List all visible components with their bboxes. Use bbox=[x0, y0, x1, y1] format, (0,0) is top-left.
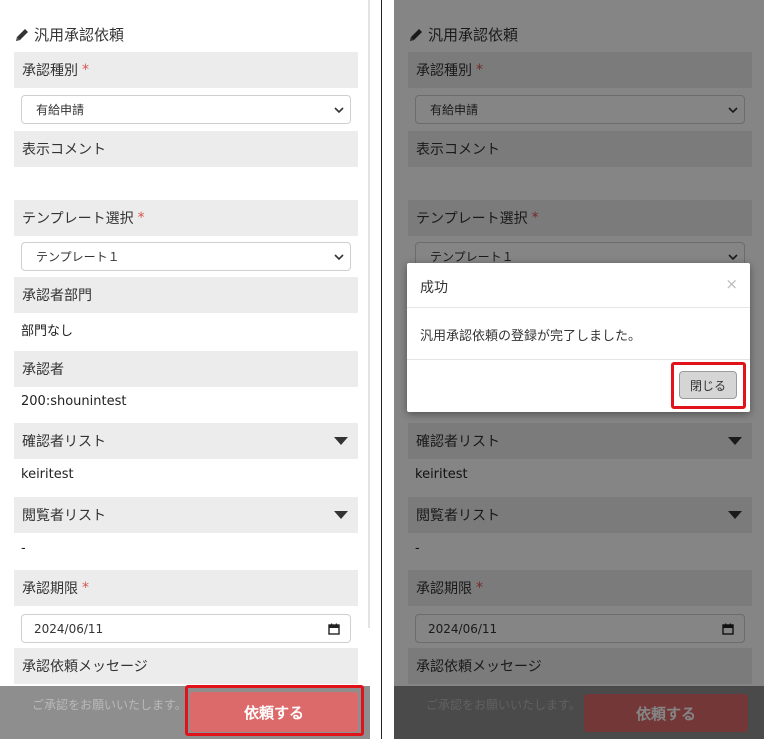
approval-deadline-label: 承認期限 * bbox=[14, 570, 358, 606]
panel-edge bbox=[368, 0, 370, 628]
dialog-title: 成功 bbox=[420, 280, 448, 296]
form-title-text: 汎用承認依頼 bbox=[34, 26, 125, 44]
close-icon[interactable]: × bbox=[725, 275, 738, 293]
caret-down-icon bbox=[334, 437, 348, 445]
approval-deadline-input[interactable]: 2024/06/11 bbox=[21, 614, 351, 643]
form-panel-before: 汎用承認依頼 承認種別 * 有給申請 表示コメント テンプレート選択 * テンプレー… bbox=[0, 0, 370, 739]
form-title: 汎用承認依頼 bbox=[14, 24, 124, 45]
approver-department-label: 承認者部門 bbox=[14, 277, 358, 313]
template-select[interactable]: テンプレート１ bbox=[21, 242, 351, 271]
approver-department-value: 部門なし bbox=[21, 324, 74, 339]
dialog-divider bbox=[407, 307, 750, 308]
display-comment-label: 表示コメント bbox=[14, 131, 358, 167]
caret-down-icon bbox=[334, 511, 348, 519]
submit-highlight-box bbox=[185, 685, 364, 736]
screenshot-divider bbox=[381, 0, 382, 739]
success-dialog: 成功 × 汎用承認依頼の登録が完了しました。 閉じる bbox=[407, 263, 750, 412]
approval-type-select[interactable]: 有給申請 bbox=[21, 95, 351, 124]
chevron-down-icon bbox=[334, 107, 344, 114]
dialog-message: 汎用承認依頼の登録が完了しました。 bbox=[420, 329, 642, 344]
chevron-down-icon bbox=[334, 254, 344, 261]
confirmer-list-toggle[interactable]: 確認者リスト bbox=[14, 423, 358, 459]
form-panel-after: 汎用承認依頼 承認種別 * 有給申請 表示コメント テンプレート選択 * テンプレー… bbox=[394, 0, 764, 739]
viewer-list-toggle[interactable]: 閲覧者リスト bbox=[14, 497, 358, 533]
approval-type-label: 承認種別 * bbox=[14, 52, 358, 88]
template-select-label: テンプレート選択 * bbox=[14, 200, 358, 236]
required-mark: * bbox=[82, 62, 89, 78]
confirmer-list-value: keiritest bbox=[21, 467, 74, 482]
calendar-icon[interactable] bbox=[328, 623, 340, 635]
request-message-label: 承認依頼メッセージ bbox=[14, 648, 358, 684]
request-message-input[interactable]: ご承認をお願いいたします。 bbox=[32, 696, 187, 713]
required-mark: * bbox=[137, 210, 145, 226]
viewer-list-value: - bbox=[21, 541, 26, 556]
close-highlight-box bbox=[671, 362, 746, 409]
approver-label: 承認者 bbox=[14, 351, 358, 387]
pencil-icon bbox=[16, 28, 28, 41]
dialog-divider bbox=[407, 359, 750, 360]
approver-value: 200:shounintest bbox=[21, 394, 127, 409]
required-mark: * bbox=[82, 580, 89, 596]
